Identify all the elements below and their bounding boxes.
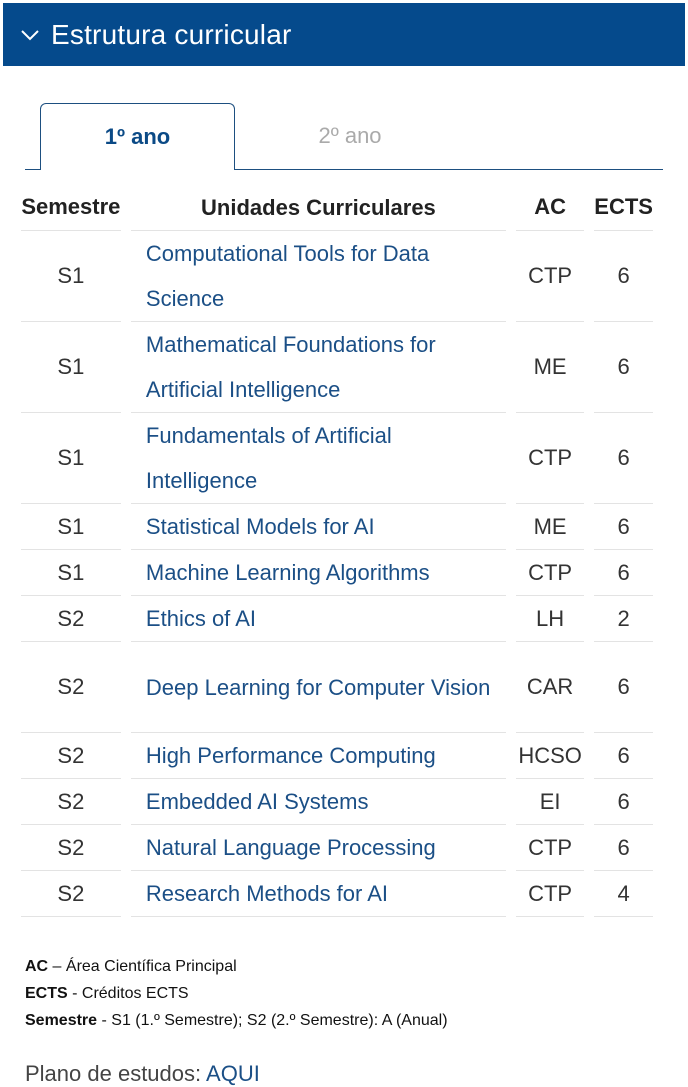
uc-link[interactable]: Ethics of AI — [146, 596, 506, 641]
uc-link[interactable]: High Performance Computing — [146, 733, 506, 778]
row-ac: CAR — [516, 642, 585, 733]
row-ac: CTP — [516, 231, 585, 322]
row-ac: CTP — [516, 413, 585, 504]
row-ects: 6 — [594, 322, 653, 413]
uc-link[interactable]: Deep Learning for Computer Vision — [146, 665, 506, 710]
row-ac: HCSO — [516, 733, 585, 779]
row-ects: 4 — [594, 871, 653, 917]
row-semestre: S1 — [21, 504, 121, 550]
table-row: S2 Embedded AI Systems EI 6 — [21, 779, 653, 825]
row-ac: CTP — [516, 871, 585, 917]
chevron-down-icon[interactable] — [19, 24, 41, 46]
uc-link[interactable]: Natural Language Processing — [146, 825, 506, 870]
section-header[interactable]: Estrutura curricular — [3, 3, 685, 66]
row-semestre: S2 — [21, 871, 121, 917]
row-semestre: S2 — [21, 733, 121, 779]
table-row: S2 High Performance Computing HCSO 6 — [21, 733, 653, 779]
row-ac: ME — [516, 322, 585, 413]
row-semestre: S2 — [21, 779, 121, 825]
row-uc: Research Methods for AI — [130, 871, 506, 917]
row-ects: 6 — [594, 504, 653, 550]
year-tabs: 1º ano 2º ano — [25, 103, 663, 170]
row-uc: High Performance Computing — [130, 733, 506, 779]
row-uc: Mathematical Foundations for Artificial … — [130, 322, 506, 413]
legend-ac: AC – Área Científica Principal — [25, 958, 237, 975]
header-ects: ECTS — [594, 184, 653, 231]
row-semestre: S1 — [21, 413, 121, 504]
row-uc: Computational Tools for Data Science — [130, 231, 506, 322]
table-row: S2 Deep Learning for Computer Vision CAR 6 — [21, 642, 653, 733]
legend-ects: ECTS - Créditos ECTS — [25, 985, 189, 1002]
curriculum-table: Semestre Unidades Curriculares AC ECTS S… — [21, 184, 653, 917]
row-ects: 6 — [594, 733, 653, 779]
tab-year-2[interactable]: 2º ano — [275, 103, 425, 169]
table-row: S2 Natural Language Processing CTP 6 — [21, 825, 653, 871]
study-plan-label: Plano de estudos: — [25, 1061, 207, 1086]
row-ects: 6 — [594, 642, 653, 733]
row-uc: Statistical Models for AI — [130, 504, 506, 550]
row-semestre: S2 — [21, 825, 121, 871]
legend-semestre: Semestre - S1 (1.º Semestre); S2 (2.º Se… — [25, 1012, 448, 1029]
header-semestre: Semestre — [21, 184, 121, 231]
table-row: S1 Statistical Models for AI ME 6 — [21, 504, 653, 550]
row-semestre: S2 — [21, 642, 121, 733]
row-ac: EI — [516, 779, 585, 825]
uc-link[interactable]: Embedded AI Systems — [146, 779, 506, 824]
uc-link[interactable]: Statistical Models for AI — [146, 504, 506, 549]
uc-link[interactable]: Machine Learning Algorithms — [146, 550, 506, 595]
table-row: S1 Fundamentals of Artificial Intelligenc… — [21, 413, 653, 504]
row-ac: LH — [516, 596, 585, 642]
row-uc: Machine Learning Algorithms — [130, 550, 506, 596]
row-semestre: S2 — [21, 596, 121, 642]
table-row: S2 Research Methods for AI CTP 4 — [21, 871, 653, 917]
uc-link[interactable]: Fundamentals of Artificial Intelligence — [146, 413, 506, 503]
header-uc: Unidades Curriculares — [130, 184, 506, 231]
row-ac: ME — [516, 504, 585, 550]
row-semestre: S1 — [21, 231, 121, 322]
table-row: S1 Machine Learning Algorithms CTP 6 — [21, 550, 653, 596]
study-plan-link[interactable]: AQUI — [206, 1061, 260, 1086]
row-uc: Deep Learning for Computer Vision — [130, 642, 506, 733]
row-uc: Natural Language Processing — [130, 825, 506, 871]
section-title: Estrutura curricular — [51, 18, 292, 50]
row-ects: 6 — [594, 825, 653, 871]
row-ects: 6 — [594, 550, 653, 596]
uc-link[interactable]: Mathematical Foundations for Artificial … — [146, 322, 506, 412]
row-ects: 6 — [594, 231, 653, 322]
row-uc: Ethics of AI — [130, 596, 506, 642]
row-ac: CTP — [516, 825, 585, 871]
row-semestre: S1 — [21, 322, 121, 413]
row-uc: Fundamentals of Artificial Intelligence — [130, 413, 506, 504]
uc-link[interactable]: Research Methods for AI — [146, 871, 506, 916]
table-row: S1 Mathematical Foundations for Artificia… — [21, 322, 653, 413]
row-uc: Embedded AI Systems — [130, 779, 506, 825]
row-ects: 6 — [594, 413, 653, 504]
uc-link[interactable]: Computational Tools for Data Science — [146, 231, 506, 321]
table-row: S2 Ethics of AI LH 2 — [21, 596, 653, 642]
tab-year-1[interactable]: 1º ano — [40, 103, 235, 170]
row-semestre: S1 — [21, 550, 121, 596]
table-row: S1 Computational Tools for Data Science CT… — [21, 231, 653, 322]
study-plan: Plano de estudos: AQUI — [25, 1061, 260, 1087]
header-ac: AC — [516, 184, 585, 231]
row-ects: 2 — [594, 596, 653, 642]
row-ac: CTP — [516, 550, 585, 596]
row-ects: 6 — [594, 779, 653, 825]
legend: AC – Área Científica Principal ECTS - Cr… — [25, 953, 448, 1034]
